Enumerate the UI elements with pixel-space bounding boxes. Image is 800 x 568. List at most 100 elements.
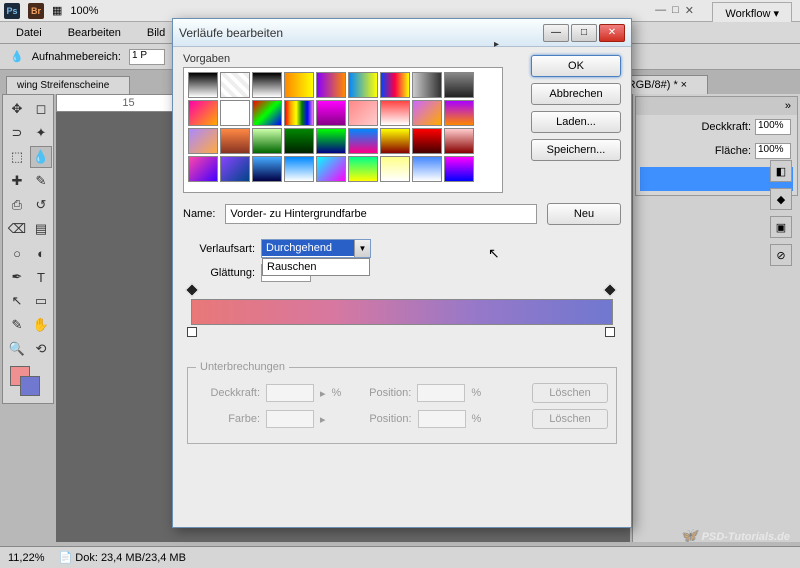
gradient-preset[interactable] [412, 72, 442, 98]
gradient-preset[interactable] [348, 100, 378, 126]
gradient-preset[interactable] [220, 100, 250, 126]
gradient-preset[interactable] [444, 128, 474, 154]
gradient-preset[interactable] [380, 156, 410, 182]
hand-tool-icon[interactable]: ✋ [30, 314, 52, 336]
gradient-preset[interactable] [412, 100, 442, 126]
gradient-preset[interactable] [412, 128, 442, 154]
zoom-tool-icon[interactable]: 🔍 [6, 338, 28, 360]
brush-tool-icon[interactable]: ✎ [30, 170, 52, 192]
menu-image[interactable]: Bild [141, 24, 171, 42]
dropdown-option[interactable]: Rauschen [263, 259, 369, 275]
gradient-preset[interactable] [284, 72, 314, 98]
gradient-preset[interactable] [284, 100, 314, 126]
gradient-preset[interactable] [252, 72, 282, 98]
gradient-preset[interactable] [284, 128, 314, 154]
color-swatches[interactable] [6, 364, 52, 400]
gradient-preset[interactable] [316, 100, 346, 126]
notes-tool-icon[interactable]: ✎ [6, 314, 28, 336]
dialog-titlebar[interactable]: Verläufe bearbeiten — □ ✕ [173, 19, 631, 47]
bridge-icon[interactable]: Br [28, 3, 44, 19]
gradient-preset[interactable] [188, 156, 218, 182]
chevron-down-icon[interactable]: ▼ [354, 240, 370, 257]
gradient-preset[interactable] [252, 156, 282, 182]
opacity-stop[interactable] [605, 285, 617, 297]
minimize-icon[interactable]: — [543, 24, 569, 42]
close-icon[interactable]: ✕ [599, 24, 625, 42]
wand-tool-icon[interactable]: ✦ [30, 122, 52, 144]
gradient-preset[interactable] [316, 156, 346, 182]
gradient-preset[interactable] [188, 128, 218, 154]
heal-tool-icon[interactable]: ✚ [6, 170, 28, 192]
shape-tool-icon[interactable]: ▭ [30, 290, 52, 312]
load-button[interactable]: Laden... [531, 111, 621, 133]
flyout-icon[interactable]: ▸ [494, 39, 499, 50]
crop-tool-icon[interactable]: ⬚ [6, 146, 28, 168]
color-stop[interactable] [605, 327, 617, 339]
save-button[interactable]: Speichern... [531, 139, 621, 161]
history-panel-icon[interactable]: ⊘ [770, 244, 792, 266]
gradient-preset[interactable] [220, 156, 250, 182]
background-swatch[interactable] [20, 376, 40, 396]
eyedropper-tool-icon[interactable]: 💧 [30, 146, 52, 168]
swatches-panel-icon[interactable]: ◧ [770, 160, 792, 182]
marquee-tool-icon[interactable]: ◻ [30, 98, 52, 120]
minimize-icon[interactable]: — [655, 4, 666, 17]
dodge-tool-icon[interactable]: ◐ [30, 242, 52, 264]
eraser-tool-icon[interactable]: ⌫ [6, 218, 28, 240]
type-tool-icon[interactable]: T [30, 266, 52, 288]
menu-file[interactable]: Datei [10, 24, 48, 42]
gradient-preset[interactable] [252, 100, 282, 126]
gradient-preset[interactable] [348, 128, 378, 154]
gradient-preset[interactable] [444, 72, 474, 98]
gradient-preset[interactable] [188, 100, 218, 126]
move-tool-icon[interactable]: ✥ [6, 98, 28, 120]
gradient-preset[interactable] [412, 156, 442, 182]
toolbar-icon[interactable]: ▦ [52, 4, 62, 17]
new-button[interactable]: Neu [547, 203, 621, 225]
gradient-preset[interactable] [444, 100, 474, 126]
history-tool-icon[interactable]: ↺ [30, 194, 52, 216]
gradient-preset[interactable] [380, 100, 410, 126]
color-stop[interactable] [187, 327, 199, 339]
gradient-preset[interactable] [348, 156, 378, 182]
pen-tool-icon[interactable]: ✒ [6, 266, 28, 288]
path-tool-icon[interactable]: ↖ [6, 290, 28, 312]
opacity-input[interactable]: 100% [755, 119, 791, 135]
range-input[interactable]: 1 P [129, 49, 165, 65]
cancel-button[interactable]: Abbrechen [531, 83, 621, 105]
maximize-icon[interactable]: □ [571, 24, 597, 42]
zoom-readout[interactable]: 11,22% [8, 552, 45, 564]
document-tab[interactable]: wing Streifenscheine [6, 76, 130, 94]
opacity-stop[interactable] [187, 285, 199, 297]
gradient-preset[interactable] [316, 128, 346, 154]
close-icon[interactable]: ✕ [685, 4, 694, 17]
gradient-preset[interactable] [220, 72, 250, 98]
gradient-tool-icon[interactable]: ▤ [30, 218, 52, 240]
gradient-preset[interactable] [380, 128, 410, 154]
gradient-preset[interactable] [284, 156, 314, 182]
close-icon[interactable]: × [681, 79, 687, 91]
gradient-bar-editor[interactable] [191, 299, 613, 325]
adjustments-panel-icon[interactable]: ▣ [770, 216, 792, 238]
stamp-tool-icon[interactable]: ⎙ [6, 194, 28, 216]
blur-tool-icon[interactable]: ○ [6, 242, 28, 264]
name-input[interactable] [225, 204, 537, 224]
lasso-tool-icon[interactable]: ⊃ [6, 122, 28, 144]
panel-menu-icon[interactable]: » [785, 100, 791, 112]
gradient-preset[interactable] [220, 128, 250, 154]
styles-panel-icon[interactable]: ◆ [770, 188, 792, 210]
gradient-preset[interactable] [444, 156, 474, 182]
type-dropdown[interactable]: Durchgehend ▼ Rauschen [261, 239, 371, 258]
gradient-preview[interactable] [191, 299, 613, 325]
maximize-icon[interactable]: □ [672, 4, 679, 17]
zoom-value[interactable]: 100% [70, 5, 98, 17]
rotate-tool-icon[interactable]: ⟲ [30, 338, 52, 360]
gradient-preset[interactable] [252, 128, 282, 154]
gradient-preset[interactable] [348, 72, 378, 98]
fill-input[interactable]: 100% [755, 143, 791, 159]
gradient-preset[interactable] [380, 72, 410, 98]
menu-edit[interactable]: Bearbeiten [62, 24, 127, 42]
ok-button[interactable]: OK [531, 55, 621, 77]
gradient-preset[interactable] [316, 72, 346, 98]
gradient-preset[interactable] [188, 72, 218, 98]
